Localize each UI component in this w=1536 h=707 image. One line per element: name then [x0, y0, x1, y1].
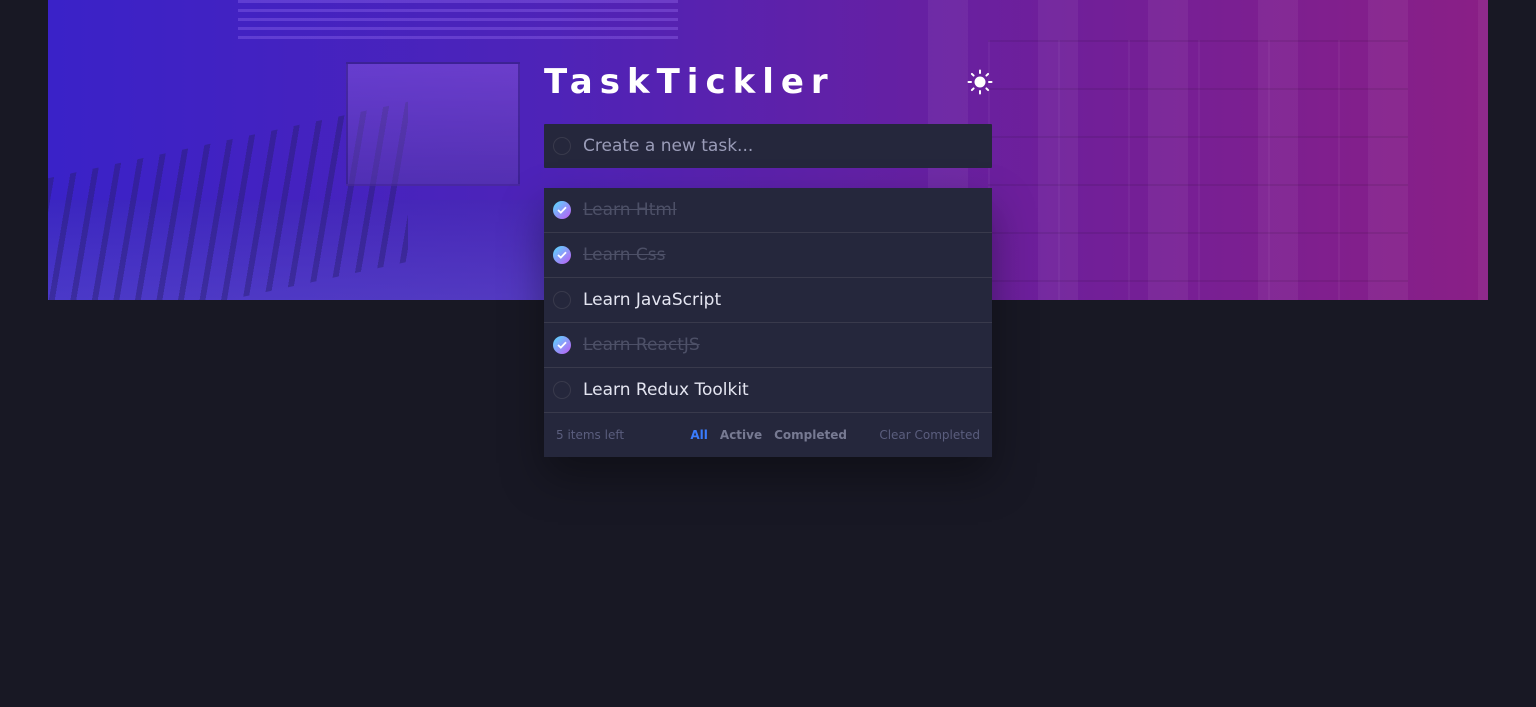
check-icon [557, 341, 567, 349]
filter-completed[interactable]: Completed [774, 428, 847, 442]
filter-group: All Active Completed [690, 428, 847, 442]
clear-completed-button[interactable]: Clear Completed [879, 428, 980, 442]
new-task-input[interactable] [583, 136, 963, 156]
new-task-circle-icon [553, 137, 571, 155]
new-task-bar [544, 124, 992, 168]
todo-app: TaskTickler Create a new task... Learn H… [544, 60, 994, 457]
theme-toggle-button[interactable] [966, 68, 994, 96]
items-left-count: 5 items left [556, 428, 625, 442]
app-title: TaskTickler [544, 62, 835, 102]
task-checkbox[interactable] [553, 246, 571, 264]
filter-active[interactable]: Active [720, 428, 762, 442]
task-list: Learn Html Learn Css Learn JavaScript Le… [544, 188, 992, 457]
task-label[interactable]: Learn Redux Toolkit [583, 380, 749, 400]
list-footer: 5 items left All Active Completed Clear … [544, 413, 992, 457]
filter-all[interactable]: All [690, 428, 708, 442]
app-header: TaskTickler [544, 60, 994, 104]
task-label[interactable]: Learn Html [583, 200, 677, 220]
list-item: Learn Css [544, 233, 992, 278]
task-checkbox[interactable] [553, 201, 571, 219]
task-label[interactable]: Learn ReactJS [583, 335, 700, 355]
list-item: Learn Html [544, 188, 992, 233]
list-item: Learn JavaScript [544, 278, 992, 323]
list-item: Learn Redux Toolkit [544, 368, 992, 413]
check-icon [557, 206, 567, 214]
task-checkbox[interactable] [553, 336, 571, 354]
task-label[interactable]: Learn JavaScript [583, 290, 721, 310]
task-label[interactable]: Learn Css [583, 245, 666, 265]
sun-icon [967, 69, 993, 95]
check-icon [557, 251, 567, 259]
page: TaskTickler Create a new task... Learn H… [0, 0, 1536, 707]
list-item: Learn ReactJS [544, 323, 992, 368]
task-checkbox[interactable] [553, 381, 571, 399]
task-checkbox[interactable] [553, 291, 571, 309]
